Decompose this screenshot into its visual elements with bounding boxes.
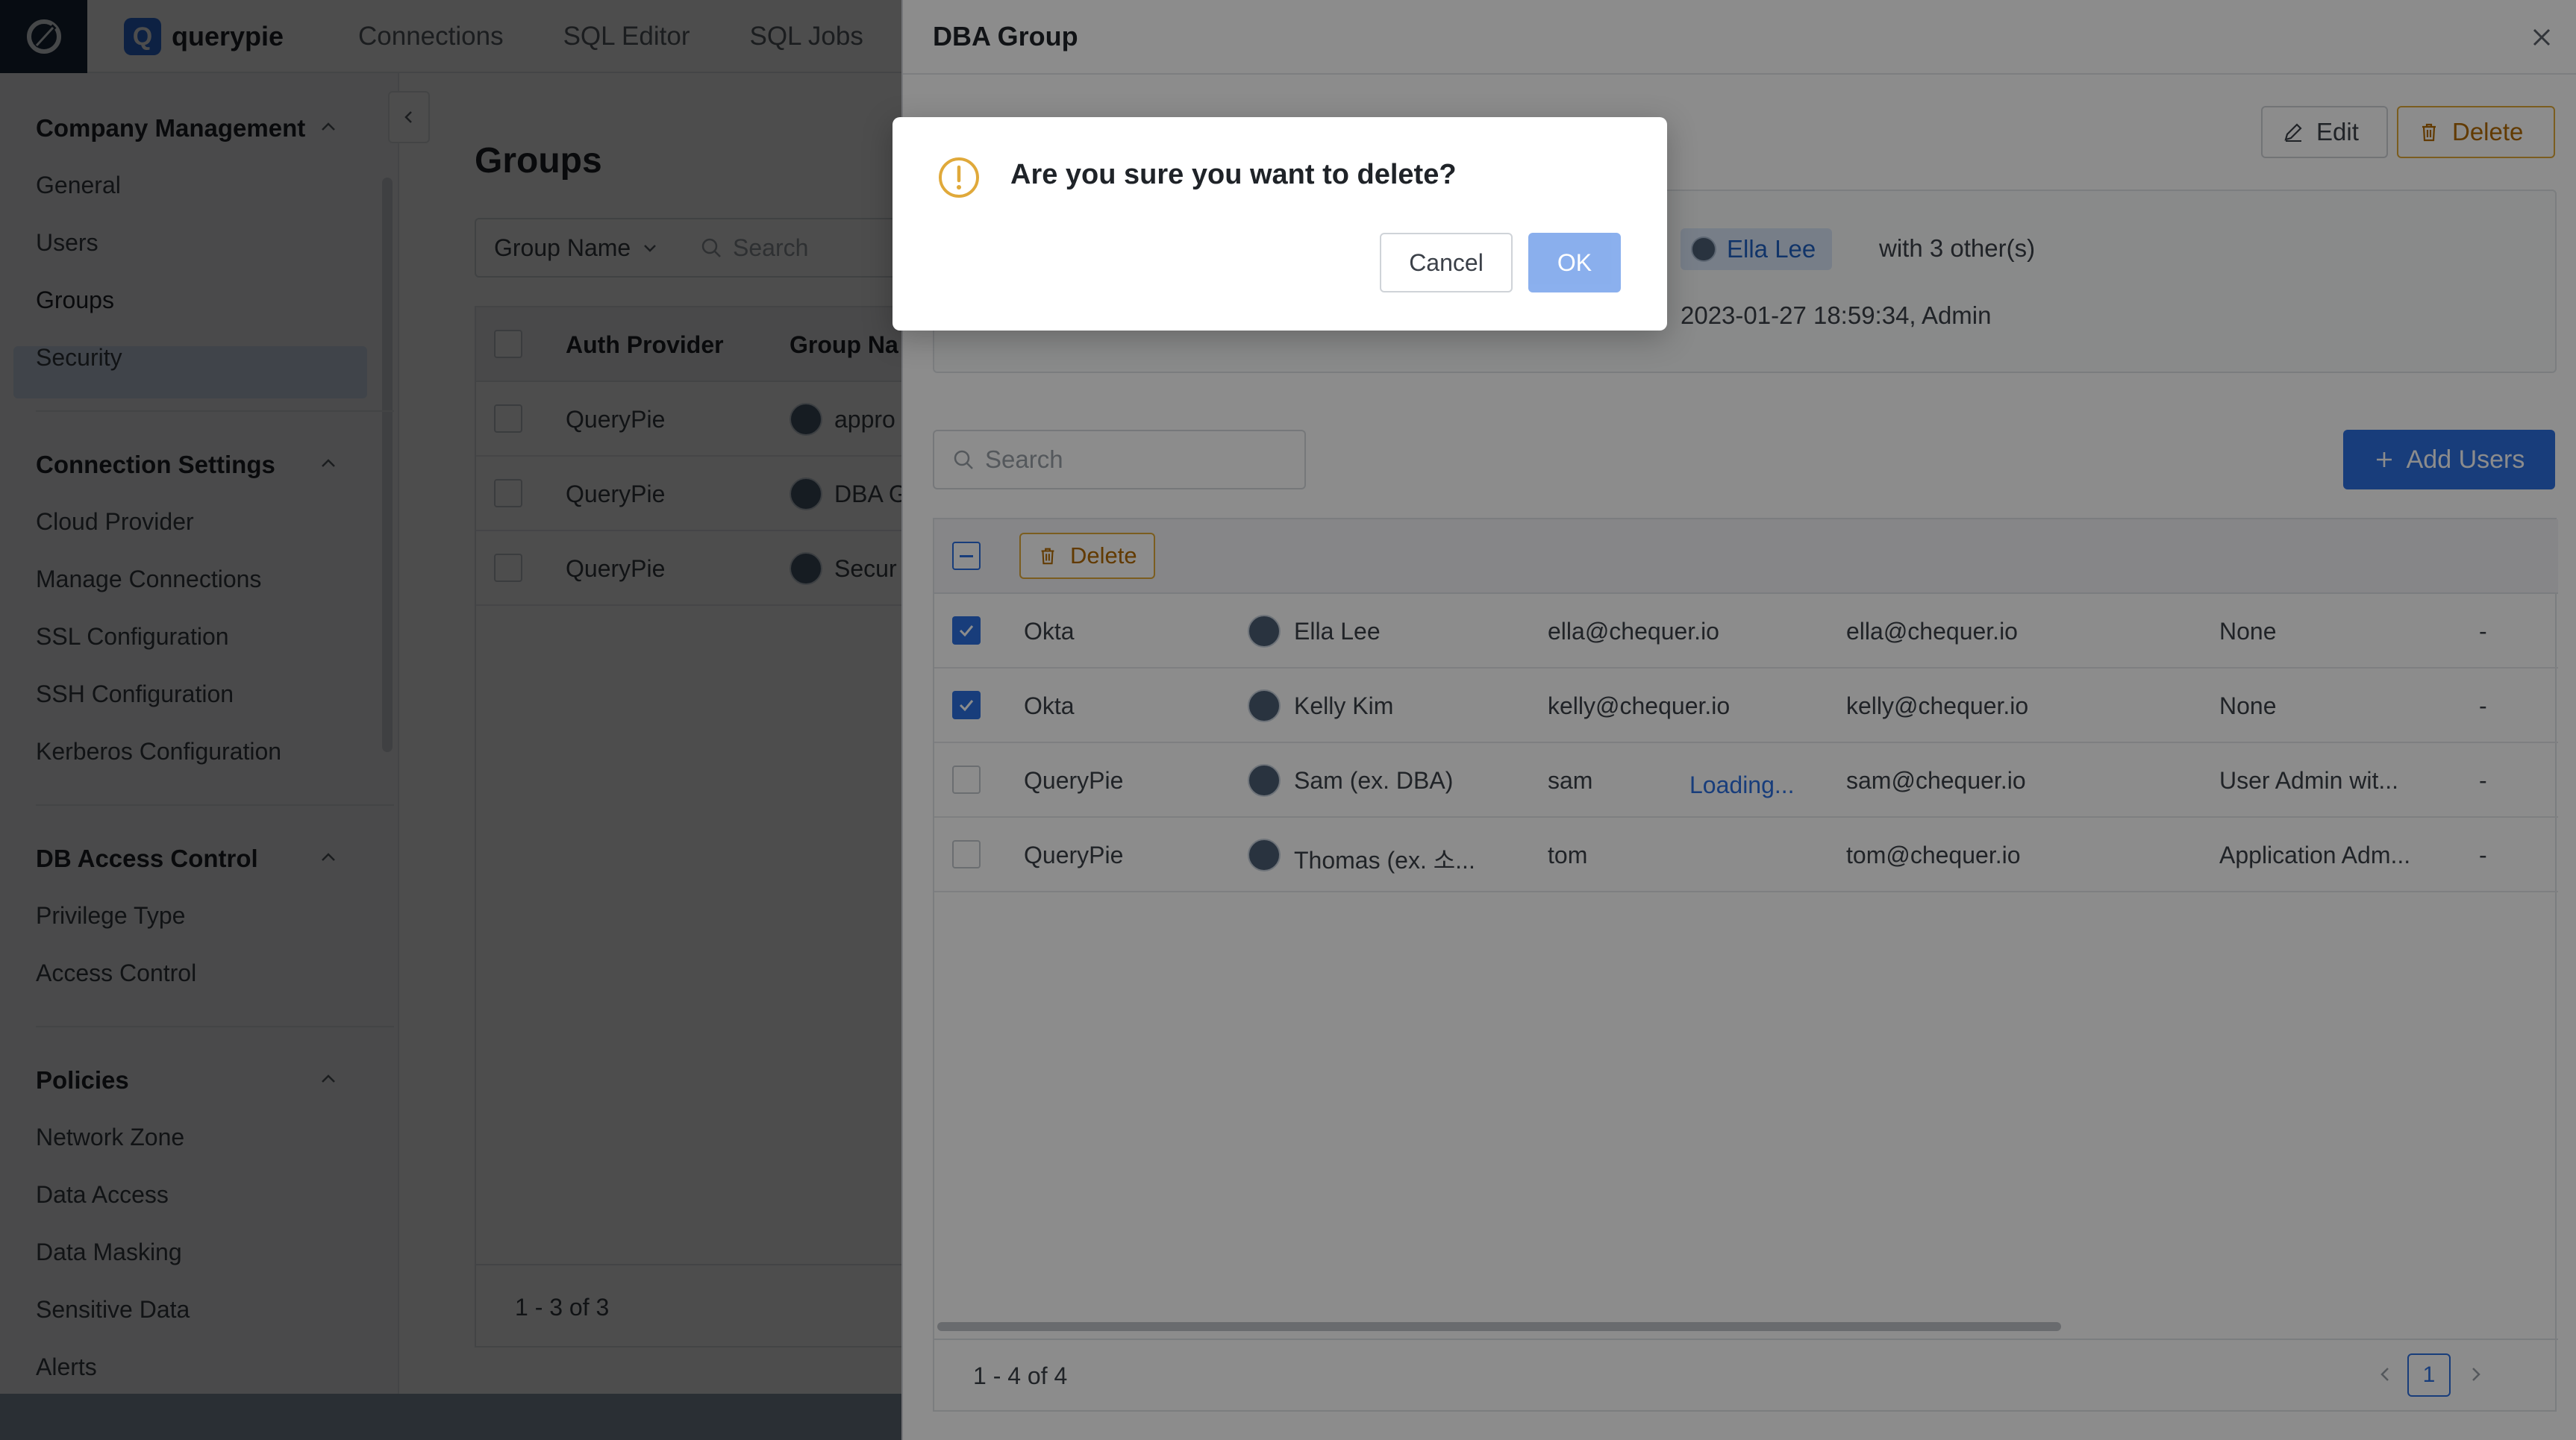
- confirm-delete-dialog: Are you sure you want to delete? Cancel …: [892, 117, 1667, 331]
- dialog-message: Are you sure you want to delete?: [1010, 159, 1457, 190]
- ok-button[interactable]: OK: [1528, 233, 1621, 292]
- cancel-button[interactable]: Cancel: [1380, 233, 1513, 292]
- warning-icon: [939, 157, 979, 198]
